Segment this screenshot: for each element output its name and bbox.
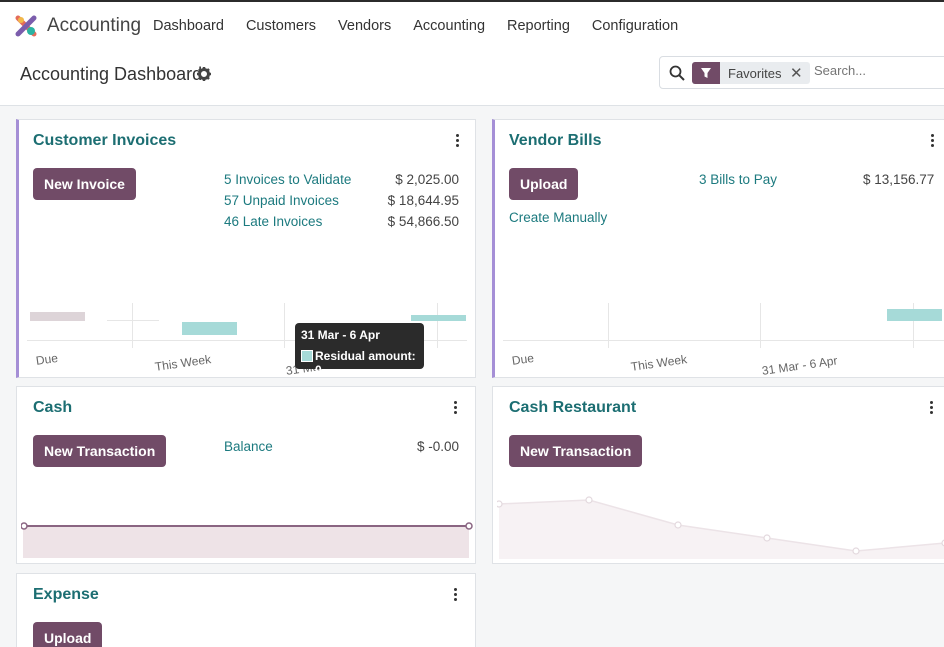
tooltip-title: 31 Mar - 6 Apr (301, 328, 380, 342)
card-title[interactable]: Vendor Bills (509, 132, 601, 150)
unpaid-invoices-link[interactable]: 57 Unpaid Invoices (224, 193, 339, 208)
cash-line-graph[interactable] (21, 517, 473, 561)
menu-item-accounting[interactable]: Accounting (413, 18, 485, 34)
app-logo-icon[interactable] (15, 15, 37, 37)
invoices-to-validate-amount: $ 2,025.00 (395, 172, 459, 187)
cash-restaurant-card: Cash Restaurant New Transaction (492, 386, 944, 564)
invoices-to-validate-link[interactable]: 5 Invoices to Validate (224, 172, 351, 187)
bar-next-period[interactable] (887, 309, 942, 321)
menu-item-configuration[interactable]: Configuration (592, 18, 678, 34)
grid-line (503, 340, 944, 341)
axis-label-this-week: This Week (154, 352, 212, 374)
tooltip-value: 0 (315, 363, 322, 377)
tooltip-row: Residual amount: 0 (315, 349, 424, 377)
balance-link[interactable]: Balance (224, 439, 273, 454)
grid-line (107, 320, 159, 321)
top-navbar: Accounting Dashboard Customers Vendors A… (0, 0, 944, 50)
grid-line (132, 303, 133, 348)
unpaid-invoices-amount: $ 18,644.95 (387, 193, 459, 208)
search-icon[interactable] (669, 65, 685, 81)
new-invoice-button[interactable]: New Invoice (33, 168, 136, 200)
grid-line (284, 303, 285, 348)
search-bar[interactable]: Favorites ✕ (659, 56, 944, 89)
bills-to-pay-amount: $ 13,156.77 (863, 172, 935, 187)
upload-button[interactable]: Upload (509, 168, 579, 200)
search-facet-favorites[interactable]: Favorites ✕ (692, 62, 810, 84)
card-title[interactable]: Cash Restaurant (509, 399, 636, 417)
card-title[interactable]: Customer Invoices (33, 132, 176, 150)
card-menu-icon[interactable] (454, 401, 458, 415)
late-invoices-amount: $ 54,866.50 (387, 214, 459, 229)
new-transaction-button[interactable]: New Transaction (509, 435, 643, 467)
expense-card: Expense Upload (16, 573, 476, 647)
menu-item-vendors[interactable]: Vendors (338, 18, 391, 34)
card-title[interactable]: Expense (33, 586, 99, 604)
filter-icon (692, 62, 720, 84)
chart-tooltip: 31 Mar - 6 Apr Residual amount: 0 (295, 323, 424, 377)
page-title: Accounting Dashboard (20, 64, 203, 84)
tooltip-series: Residual amount: (315, 349, 416, 363)
tooltip-swatch (301, 350, 313, 362)
main-menu: Dashboard Customers Vendors Accounting R… (153, 18, 700, 34)
create-manually-link[interactable]: Create Manually (509, 210, 607, 225)
gear-icon[interactable] (197, 67, 211, 81)
facet-label: Favorites (728, 66, 782, 81)
balance-amount: $ -0.00 (416, 439, 459, 454)
cash-card: Cash New Transaction Balance $ -0.00 (16, 386, 476, 564)
bills-to-pay-link[interactable]: 3 Bills to Pay (699, 172, 777, 187)
bar-next-period[interactable] (411, 315, 466, 321)
bar-this-week[interactable] (182, 322, 237, 335)
menu-item-dashboard[interactable]: Dashboard (153, 18, 224, 34)
control-panel: Accounting Dashboard Favorites ✕ (0, 50, 944, 106)
late-invoices-link[interactable]: 46 Late Invoices (224, 214, 322, 229)
grid-line (760, 303, 761, 348)
card-menu-icon[interactable] (456, 134, 460, 148)
grid-line (437, 303, 438, 348)
menu-item-reporting[interactable]: Reporting (507, 18, 570, 34)
bar-due[interactable] (30, 312, 85, 321)
axis-label-this-week: This Week (630, 352, 688, 374)
card-menu-icon[interactable] (931, 134, 935, 148)
bills-graph[interactable]: Due This Week 31 Mar - 6 Apr (503, 298, 944, 378)
app-name[interactable]: Accounting (47, 15, 141, 37)
grid-line (608, 303, 609, 348)
menu-item-customers[interactable]: Customers (246, 18, 316, 34)
vendor-bills-card: Vendor Bills Upload Create Manually 3 Bi… (492, 119, 944, 378)
axis-label-due: Due (35, 350, 59, 368)
cash-restaurant-line-graph[interactable] (497, 487, 944, 562)
card-menu-icon[interactable] (930, 401, 934, 415)
card-title[interactable]: Cash (33, 399, 72, 417)
axis-label-period: 31 Mar - 6 Apr (761, 353, 839, 378)
new-transaction-button[interactable]: New Transaction (33, 435, 167, 467)
search-input[interactable] (814, 63, 944, 78)
card-menu-icon[interactable] (454, 588, 458, 602)
axis-label-due: Due (511, 350, 535, 368)
remove-facet-icon[interactable]: ✕ (790, 64, 803, 82)
upload-button[interactable]: Upload (33, 622, 103, 647)
